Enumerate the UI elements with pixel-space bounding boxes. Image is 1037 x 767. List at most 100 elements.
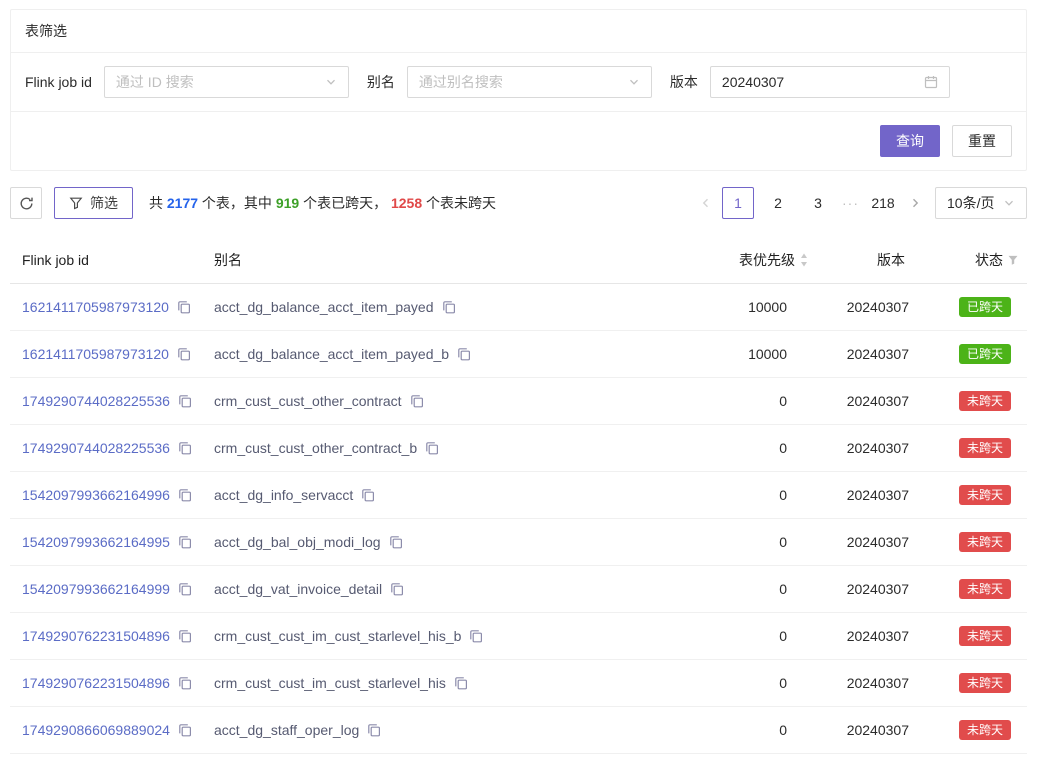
version-cell: 20240307 (817, 331, 917, 378)
copy-icon[interactable] (425, 441, 439, 455)
alias-link[interactable]: acct_dg_info_servacct (214, 487, 353, 503)
version-cell: 20240307 (817, 519, 917, 566)
next-page-icon[interactable] (903, 187, 927, 219)
copy-icon[interactable] (389, 535, 403, 549)
copy-icon[interactable] (177, 347, 191, 361)
status-badge: 未跨天 (959, 673, 1011, 693)
query-button[interactable]: 查询 (880, 125, 940, 157)
flink-job-id-link[interactable]: 1542097993662164995 (22, 534, 170, 550)
summary-suffix: 个表未跨天 (422, 195, 496, 211)
flink-job-id-select[interactable]: 通过 ID 搜索 (104, 66, 349, 98)
alias-link[interactable]: crm_cust_cust_im_cust_starlevel_his_b (214, 628, 461, 644)
results-table: Flink job id 别名 表优先级 版本 状态 (10, 237, 1027, 754)
status-header-label: 状态 (975, 250, 1003, 270)
chevron-down-icon (1003, 197, 1015, 209)
flink-job-id-link[interactable]: 1749290762231504896 (22, 628, 170, 644)
copy-icon[interactable] (178, 488, 192, 502)
filter-panel: 表筛选 Flink job id 通过 ID 搜索 别名 通过别名搜索 版本 查… (10, 9, 1027, 171)
alias-link[interactable]: crm_cust_cust_other_contract (214, 393, 402, 409)
column-header-alias: 别名 (206, 237, 697, 284)
summary-total-count: 2177 (167, 195, 198, 211)
pagination-top: 1 2 3 ··· 218 10条/页 (694, 187, 1027, 219)
status-badge: 未跨天 (959, 485, 1011, 505)
copy-icon[interactable] (390, 582, 404, 596)
flink-job-id-link[interactable]: 1749290866069889024 (22, 722, 170, 738)
chevron-down-icon (628, 76, 640, 88)
page-number-last[interactable]: 218 (867, 187, 899, 219)
version-cell: 20240307 (817, 378, 917, 425)
alias-link[interactable]: acct_dg_bal_obj_modi_log (214, 534, 381, 550)
copy-icon[interactable] (469, 629, 483, 643)
column-header-flink-job-id: Flink job id (10, 237, 206, 284)
table-header-row: Flink job id 别名 表优先级 版本 状态 (10, 237, 1027, 284)
copy-icon[interactable] (178, 723, 192, 737)
copy-icon[interactable] (367, 723, 381, 737)
page-number-2[interactable]: 2 (762, 187, 794, 219)
table-row: 1621411705987973120 acct_dg_balance_acct… (10, 331, 1027, 378)
table-row: 1542097993662164996 acct_dg_info_servacc… (10, 472, 1027, 519)
alias-link[interactable]: acct_dg_vat_invoice_detail (214, 581, 382, 597)
reset-button[interactable]: 重置 (952, 125, 1012, 157)
flink-job-id-link[interactable]: 1542097993662164996 (22, 487, 170, 503)
refresh-button[interactable] (10, 187, 42, 219)
alias-link[interactable]: crm_cust_cust_other_contract_b (214, 440, 417, 456)
copy-icon[interactable] (177, 300, 191, 314)
priority-cell: 0 (697, 566, 817, 613)
version-value-field[interactable] (722, 74, 924, 90)
copy-icon[interactable] (442, 300, 456, 314)
copy-icon[interactable] (454, 676, 468, 690)
alias-placeholder: 通过别名搜索 (419, 72, 503, 92)
status-badge: 已跨天 (959, 297, 1011, 317)
column-header-version: 版本 (817, 237, 917, 284)
flink-job-id-link[interactable]: 1749290744028225536 (22, 393, 170, 409)
table-row: 1621411705987973120 acct_dg_balance_acct… (10, 284, 1027, 331)
summary-uncrossed-count: 1258 (391, 195, 422, 211)
filter-row: Flink job id 通过 ID 搜索 别名 通过别名搜索 版本 (11, 53, 1026, 111)
filter-button[interactable]: 筛选 (54, 187, 133, 219)
copy-icon[interactable] (457, 347, 471, 361)
flink-job-id-link[interactable]: 1749290762231504896 (22, 675, 170, 691)
version-cell: 20240307 (817, 472, 917, 519)
copy-icon[interactable] (178, 441, 192, 455)
page-number-3[interactable]: 3 (802, 187, 834, 219)
priority-header-label: 表优先级 (739, 250, 795, 270)
flink-job-id-link[interactable]: 1621411705987973120 (22, 346, 169, 362)
priority-cell: 0 (697, 519, 817, 566)
chevron-down-icon (325, 76, 337, 88)
page-number-1[interactable]: 1 (722, 187, 754, 219)
status-badge: 未跨天 (959, 579, 1011, 599)
status-badge: 未跨天 (959, 532, 1011, 552)
table-row: 1749290866069889024 acct_dg_staff_oper_l… (10, 707, 1027, 754)
summary-crossed-count: 919 (276, 195, 299, 211)
alias-link[interactable]: acct_dg_staff_oper_log (214, 722, 359, 738)
copy-icon[interactable] (178, 676, 192, 690)
alias-select[interactable]: 通过别名搜索 (407, 66, 652, 98)
flink-job-id-placeholder: 通过 ID 搜索 (116, 72, 194, 92)
copy-icon[interactable] (178, 535, 192, 549)
flink-job-id-link[interactable]: 1749290744028225536 (22, 440, 170, 456)
copy-icon[interactable] (178, 394, 192, 408)
column-filter-icon[interactable] (1007, 254, 1019, 266)
priority-cell: 10000 (697, 331, 817, 378)
copy-icon[interactable] (178, 629, 192, 643)
copy-icon[interactable] (361, 488, 375, 502)
results-table-wrap: Flink job id 别名 表优先级 版本 状态 (10, 237, 1027, 754)
flink-job-id-link[interactable]: 1542097993662164999 (22, 581, 170, 597)
page-jump-ellipsis[interactable]: ··· (842, 195, 859, 211)
flink-job-id-link[interactable]: 1621411705987973120 (22, 299, 169, 315)
page-size-select[interactable]: 10条/页 (935, 187, 1027, 219)
status-badge: 未跨天 (959, 720, 1011, 740)
calendar-icon (924, 75, 938, 89)
refresh-icon (19, 196, 34, 211)
alias-link[interactable]: crm_cust_cust_im_cust_starlevel_his (214, 675, 446, 691)
alias-link[interactable]: acct_dg_balance_acct_item_payed (214, 299, 434, 315)
copy-icon[interactable] (178, 582, 192, 596)
status-badge: 未跨天 (959, 438, 1011, 458)
sort-icon[interactable] (799, 252, 809, 268)
version-date-input[interactable] (710, 66, 950, 98)
alias-link[interactable]: acct_dg_balance_acct_item_payed_b (214, 346, 449, 362)
prev-page-icon[interactable] (694, 187, 718, 219)
table-row: 1749290762231504896 crm_cust_cust_im_cus… (10, 613, 1027, 660)
copy-icon[interactable] (410, 394, 424, 408)
page-size-value: 10条/页 (947, 193, 994, 213)
